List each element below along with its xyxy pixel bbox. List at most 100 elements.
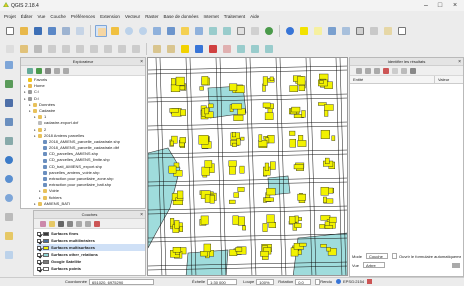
coordinate-field[interactable]: 651020, 6975290 (89, 278, 155, 285)
close-icon[interactable]: × (140, 211, 143, 219)
auto-open-checkbox[interactable] (392, 253, 398, 259)
map-canvas[interactable] (147, 57, 348, 276)
properties-icon[interactable] (63, 67, 69, 74)
open-project-icon[interactable] (18, 25, 30, 37)
pan-icon[interactable] (95, 25, 107, 37)
add-wms-layer-icon[interactable] (3, 154, 17, 168)
layer-item[interactable]: Surfaces multilinéaires (37, 237, 145, 244)
rotation-field[interactable]: 0.0 (295, 278, 312, 285)
open-styling-icon[interactable] (40, 220, 46, 227)
add-mssql-layer-icon[interactable] (3, 135, 17, 149)
add-delimited-text-icon[interactable] (3, 211, 17, 225)
current-edits-icon[interactable] (4, 43, 16, 55)
zoom-last-icon[interactable] (207, 25, 219, 37)
zoom-out-icon[interactable] (137, 25, 149, 37)
magnifier-field[interactable]: 100% (256, 278, 275, 285)
new-shapefile-icon[interactable] (3, 230, 17, 244)
label-tool-icon[interactable] (179, 43, 191, 55)
refresh-icon[interactable] (36, 67, 42, 74)
show-hide-labels-icon[interactable] (221, 43, 233, 55)
expand-all-icon[interactable] (76, 220, 82, 227)
scale-field[interactable]: 1:30 000 (207, 278, 238, 285)
new-bookmark-icon[interactable] (235, 25, 247, 37)
menu-couche[interactable]: Couche (50, 14, 66, 19)
collapse-all-icon[interactable] (85, 220, 91, 227)
column-header-entite[interactable]: Entité (350, 76, 435, 83)
zoom-selection-icon[interactable] (179, 25, 191, 37)
save-as-icon[interactable] (46, 25, 58, 37)
menu-traitement[interactable]: Traitement (224, 14, 245, 19)
cut-features-icon[interactable] (102, 43, 114, 55)
collapse-tree-icon[interactable] (365, 67, 371, 74)
print-composer-icon[interactable] (60, 25, 72, 37)
text-annotation-icon[interactable] (396, 25, 408, 37)
help-icon[interactable] (452, 262, 460, 268)
toggle-editing-icon[interactable] (18, 43, 30, 55)
print-response-icon[interactable] (401, 67, 407, 74)
statistics-icon[interactable] (354, 25, 366, 37)
new-spatialite-icon[interactable] (3, 249, 17, 263)
add-wfs-layer-icon[interactable] (3, 192, 17, 206)
clear-results-icon[interactable] (383, 67, 389, 74)
browser-item[interactable]: ▸ AMIENS_BATI (21, 201, 145, 207)
expand-arrow-icon[interactable]: ▸ (34, 201, 37, 207)
node-tool-icon[interactable] (74, 43, 86, 55)
menu-internet[interactable]: Internet (203, 14, 218, 19)
maximize-button[interactable]: □ (434, 1, 446, 10)
new-project-icon[interactable] (4, 25, 16, 37)
copy-feature-icon[interactable] (392, 67, 398, 74)
layer-visibility-checkbox[interactable] (37, 231, 41, 236)
measure-icon[interactable] (368, 25, 380, 37)
composer-manager-icon[interactable] (74, 25, 86, 37)
zoom-in-icon[interactable] (123, 25, 135, 37)
show-bookmarks-icon[interactable] (249, 25, 261, 37)
close-icon[interactable]: × (140, 58, 143, 66)
menu-aide[interactable]: Aide (250, 14, 259, 19)
filter-legend-icon[interactable] (67, 220, 73, 227)
map-tips-icon[interactable] (382, 25, 394, 37)
rotate-label-icon[interactable] (249, 43, 261, 55)
field-calculator-icon[interactable] (340, 25, 352, 37)
column-header-valeur[interactable]: Valeur (435, 76, 449, 83)
close-button[interactable]: × (449, 1, 461, 10)
layer-item[interactable]: Google Satellite (37, 258, 145, 265)
delete-selected-icon[interactable] (88, 43, 100, 55)
zoom-full-icon[interactable] (165, 25, 177, 37)
save-edits-icon[interactable] (32, 43, 44, 55)
menu-raster[interactable]: Raster (145, 14, 158, 19)
add-group-icon[interactable] (49, 220, 55, 227)
crs-globe-icon[interactable] (335, 279, 341, 284)
move-label-icon[interactable] (235, 43, 247, 55)
menu-vecteur[interactable]: Vecteur (125, 14, 140, 19)
identify-icon[interactable] (284, 25, 296, 37)
deselect-icon[interactable] (312, 25, 324, 37)
copy-features-icon[interactable] (116, 43, 128, 55)
layer-visibility-checkbox[interactable] (37, 266, 41, 271)
add-wcs-layer-icon[interactable] (3, 173, 17, 187)
add-vector-layer-icon[interactable] (3, 59, 17, 73)
layer-visibility-checkbox[interactable] (37, 259, 41, 264)
manage-visibility-icon[interactable] (58, 220, 64, 227)
change-label-icon[interactable] (263, 43, 275, 55)
highlight-labels-icon[interactable] (207, 43, 219, 55)
menu-base-de-donnees[interactable]: Base de données (163, 14, 198, 19)
menu-projet[interactable]: Projet (4, 14, 16, 19)
select-features-icon[interactable] (298, 25, 310, 37)
add-spatialite-layer-icon[interactable] (3, 116, 17, 130)
crs-label[interactable]: EPSG:2154 (343, 279, 364, 284)
pin-labels-icon[interactable] (193, 43, 205, 55)
add-postgis-layer-icon[interactable] (3, 97, 17, 111)
menu-vue[interactable]: Vue (38, 14, 46, 19)
layer-visibility-checkbox[interactable] (37, 252, 41, 257)
layer-item[interactable]: Surfaces other_relations (37, 251, 145, 258)
mode-select[interactable]: Couche (366, 253, 389, 259)
messages-icon[interactable] (367, 279, 373, 284)
layer-visibility-checkbox[interactable] (37, 245, 41, 250)
layer-item[interactable]: Surfaces fines (37, 230, 145, 237)
remove-layer-icon[interactable] (94, 220, 100, 227)
redo-icon[interactable] (165, 43, 177, 55)
layer-visibility-checkbox[interactable] (37, 238, 41, 243)
zoom-layer-icon[interactable] (193, 25, 205, 37)
collapse-all-icon[interactable] (54, 67, 60, 74)
menu-preferences[interactable]: Préférences (71, 14, 95, 19)
